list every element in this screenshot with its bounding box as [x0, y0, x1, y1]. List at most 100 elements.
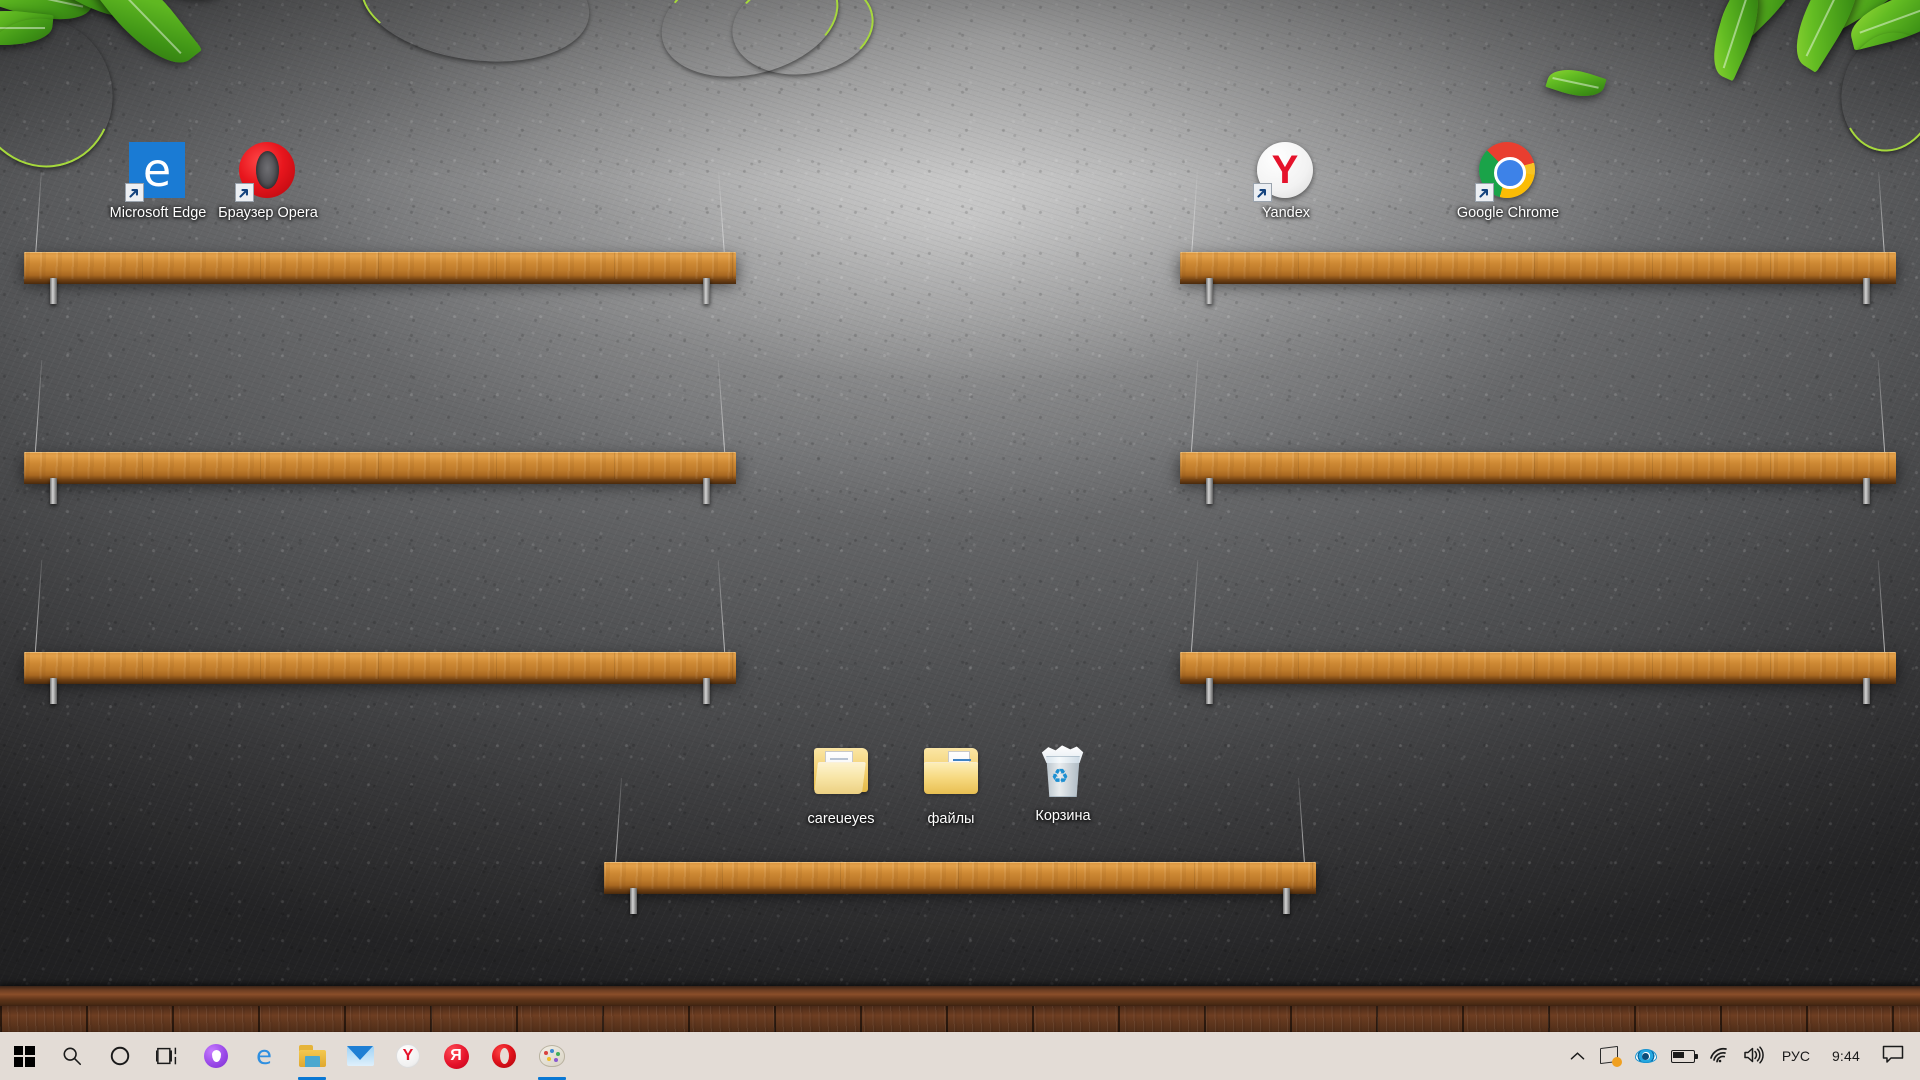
- edge-icon: e: [125, 142, 187, 202]
- yandex-red-icon: Я: [443, 1043, 469, 1069]
- desktop-icon-recycle-bin[interactable]: ♻ Корзина: [1009, 742, 1117, 825]
- shortcut-arrow-icon: [125, 183, 144, 202]
- volume-icon[interactable]: [1736, 1032, 1772, 1080]
- desktop-icon-google-chrome[interactable]: Google Chrome: [1454, 142, 1562, 222]
- shortcut-arrow-icon: [1253, 183, 1272, 202]
- shelf-board: [1180, 452, 1896, 479]
- edge-icon: e: [256, 1041, 272, 1071]
- taskbar-left-group: e Y Я: [0, 1032, 576, 1080]
- paint-button[interactable]: [528, 1032, 576, 1080]
- shelf-bottom-left: [24, 560, 736, 704]
- yandex-icon: Y: [396, 1044, 420, 1068]
- action-center-icon: [1882, 1045, 1904, 1067]
- desktop-icon-label: файлы: [927, 811, 975, 827]
- eye-icon: [1634, 1049, 1657, 1063]
- shelf-edge: [1180, 279, 1896, 284]
- yandex-icon: Y: [1253, 142, 1315, 202]
- network-icon[interactable]: [1702, 1032, 1736, 1080]
- taskbar-clock[interactable]: 9:44: [1820, 1032, 1872, 1080]
- shelf-board: [24, 252, 736, 279]
- shelf-middle-right: [1180, 360, 1896, 504]
- task-view-icon: [156, 1045, 180, 1067]
- shelf-edge: [1180, 479, 1896, 484]
- shelf-bracket: [703, 278, 710, 304]
- system-tray: РУС 9:44: [1563, 1032, 1920, 1080]
- show-hidden-icons[interactable]: [1563, 1032, 1592, 1080]
- desktop-icon-label: Корзина: [1035, 808, 1091, 824]
- file-explorer-button[interactable]: [288, 1032, 336, 1080]
- search-icon: [61, 1045, 83, 1067]
- shelf-edge: [604, 889, 1316, 894]
- shelf-top-right: [1180, 172, 1896, 304]
- taskbar[interactable]: e Y Я РУС 9:44: [0, 1032, 1920, 1080]
- desktop-icon-label: Браузер Opera: [218, 205, 318, 221]
- action-center-button[interactable]: [1872, 1032, 1920, 1080]
- shelf-bracket: [1206, 278, 1213, 304]
- shelf-top-left: [24, 172, 736, 304]
- folder-icon: [922, 748, 980, 806]
- folder-graphic: [814, 748, 868, 794]
- yandex-browser-button[interactable]: Y: [384, 1032, 432, 1080]
- edge-button[interactable]: e: [240, 1032, 288, 1080]
- shelf-bracket: [703, 678, 710, 704]
- careueyes-tray-icon[interactable]: [1628, 1032, 1664, 1080]
- mail-icon: [346, 1046, 374, 1066]
- desktop-wallpaper[interactable]: e Microsoft Edge Браузер Opera Y Yandex: [0, 0, 1920, 1080]
- shortcut-arrow-icon: [1475, 183, 1494, 202]
- sync-icon: [1599, 1045, 1622, 1067]
- battery-glyph: [1670, 1049, 1698, 1063]
- taskbar-spacer: [576, 1032, 1563, 1080]
- folder-graphic: [924, 748, 978, 794]
- desktop-icon-files-folder[interactable]: файлы: [897, 742, 1005, 828]
- desktop-icon-microsoft-edge[interactable]: e Microsoft Edge: [104, 142, 212, 222]
- shelf-middle-left: [24, 360, 736, 504]
- shelf-bracket: [50, 478, 57, 504]
- shelf-bracket: [703, 478, 710, 504]
- desktop-icon-label: Google Chrome: [1456, 205, 1560, 221]
- shelf-board: [1180, 252, 1896, 279]
- shelf-board: [24, 452, 736, 479]
- alice-icon: [204, 1044, 228, 1068]
- recycle-bin-graphic: ♻: [1038, 745, 1088, 797]
- shelf-bracket: [630, 888, 637, 914]
- shelf-board: [1180, 652, 1896, 679]
- paint-palette-icon: [539, 1045, 565, 1067]
- shelf-edge: [1180, 679, 1896, 684]
- start-button[interactable]: [0, 1032, 48, 1080]
- folder-icon: [298, 1045, 326, 1067]
- shelf-board: [604, 862, 1316, 889]
- shelf-edge: [24, 679, 736, 684]
- shelf-center: [604, 778, 1316, 914]
- shelf-bracket: [1206, 678, 1213, 704]
- cortana-button[interactable]: [96, 1032, 144, 1080]
- desktop-icon-label: Microsoft Edge: [109, 205, 207, 221]
- shelf-bracket: [1283, 888, 1290, 914]
- shelf-bracket: [50, 678, 57, 704]
- opera-button[interactable]: [480, 1032, 528, 1080]
- shelf-edge: [24, 479, 736, 484]
- task-view-button[interactable]: [144, 1032, 192, 1080]
- shelf-bracket: [1206, 478, 1213, 504]
- onedrive-sync-icon[interactable]: [1592, 1032, 1628, 1080]
- search-button[interactable]: [48, 1032, 96, 1080]
- desktop-icon-careueyes-folder[interactable]: careueyes: [787, 742, 895, 828]
- chrome-icon: [1475, 142, 1537, 202]
- yandex-button[interactable]: Я: [432, 1032, 480, 1080]
- language-indicator[interactable]: РУС: [1772, 1032, 1820, 1080]
- desktop-icon-opera-browser[interactable]: Браузер Opera: [214, 142, 322, 222]
- shelf-bottom-right: [1180, 560, 1896, 704]
- shelf-bracket: [1863, 478, 1870, 504]
- opera-icon: [235, 142, 297, 202]
- chevron-up-icon: [1570, 1048, 1585, 1064]
- battery-icon[interactable]: [1664, 1032, 1702, 1080]
- mail-button[interactable]: [336, 1032, 384, 1080]
- speaker-icon: [1743, 1045, 1765, 1067]
- alice-button[interactable]: [192, 1032, 240, 1080]
- shelf-bracket: [50, 278, 57, 304]
- desktop-icon-label: careueyes: [807, 811, 875, 827]
- desktop-icon-yandex-browser[interactable]: Y Yandex: [1232, 142, 1340, 222]
- baseboard-molding: [0, 986, 1920, 1008]
- opera-icon: [492, 1044, 516, 1068]
- windows-logo-icon: [13, 1045, 35, 1067]
- cortana-circle-icon: [109, 1045, 131, 1067]
